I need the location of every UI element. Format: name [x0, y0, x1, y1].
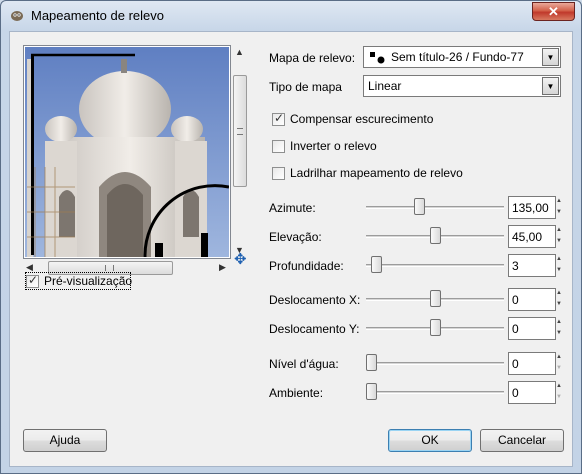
depth-spin-arrows[interactable]: ▲ ▼	[554, 254, 564, 277]
tile-label[interactable]: Ladrilhar mapeamento de relevo	[290, 166, 463, 180]
map-type-label: Tipo de mapa	[269, 80, 342, 94]
azimuth-spinbox[interactable]: 135,00	[508, 196, 556, 219]
help-button[interactable]: Ajuda	[23, 429, 107, 452]
map-type-select[interactable]: Linear ▼	[363, 75, 561, 97]
offset-x-label: Deslocamento X:	[269, 293, 361, 307]
preview-checkbox[interactable]	[26, 273, 39, 288]
water-level-spinbox[interactable]: 0	[508, 352, 556, 375]
water-level-spin-arrows[interactable]: ▲ ▼	[554, 352, 564, 375]
ambient-slider[interactable]	[366, 391, 504, 394]
scroll-up-icon[interactable]: ▲	[235, 47, 244, 57]
offset-y-label: Deslocamento Y:	[269, 322, 360, 336]
elevation-spin-arrows[interactable]: ▲ ▼	[554, 225, 564, 248]
azimuth-label: Azimute:	[269, 201, 316, 215]
depth-slider-handle[interactable]	[371, 256, 383, 273]
water-level-value: 0	[512, 357, 519, 371]
invert-label[interactable]: Inverter o relevo	[290, 139, 377, 153]
offset-x-value: 0	[512, 293, 519, 307]
spin-up-icon: ▲	[556, 227, 562, 233]
map-type-value: Linear	[368, 79, 402, 93]
spin-down-icon: ▼	[556, 238, 562, 244]
ambient-spin-arrows[interactable]: ▲ ▼	[554, 381, 564, 404]
offset-y-value: 0	[512, 322, 519, 336]
spin-down-icon: ▼	[556, 209, 562, 215]
water-level-slider-handle[interactable]	[366, 354, 377, 371]
ambient-spinbox[interactable]: 0	[508, 381, 556, 404]
depth-slider[interactable]	[366, 264, 504, 267]
ok-button[interactable]: OK	[388, 429, 472, 452]
vertical-scroll-thumb[interactable]	[233, 75, 247, 187]
spin-up-icon: ▲	[556, 354, 562, 360]
scroll-right-icon[interactable]: ▶	[219, 262, 226, 273]
spin-up-icon: ▲	[556, 256, 562, 262]
water-level-label: Nível d'água:	[269, 357, 339, 371]
spin-up-icon: ▲	[556, 383, 562, 389]
cancel-button[interactable]: Cancelar	[480, 429, 564, 452]
elevation-value: 45,00	[512, 230, 543, 244]
gimp-icon	[11, 11, 23, 21]
dialog-window: Mapeamento de relevo ✕ ▲ ▼ ◀ ▶ ✥ ✓ Pré-v…	[0, 0, 582, 474]
dialog-body: ▲ ▼ ◀ ▶ ✥ Pré-visualização Mapa de relev…	[9, 31, 573, 467]
preview-checkbox-label[interactable]: Pré-visualização	[44, 274, 132, 288]
grip-icon	[237, 128, 243, 135]
close-icon: ✕	[548, 4, 559, 19]
bump-map-select[interactable]: Sem título-26 / Fundo-77 ▼	[363, 46, 561, 68]
offset-y-spin-arrows[interactable]: ▲ ▼	[554, 317, 564, 340]
azimuth-slider-handle[interactable]	[413, 198, 425, 215]
depth-spinbox[interactable]: 3	[508, 254, 556, 277]
tile-checkbox[interactable]	[272, 167, 285, 180]
invert-checkbox[interactable]	[272, 140, 285, 153]
elevation-slider-handle[interactable]	[429, 227, 441, 244]
spin-up-icon: ▲	[556, 290, 562, 296]
preview-image[interactable]	[25, 47, 229, 257]
navigate-move-icon[interactable]: ✥	[234, 250, 247, 268]
spin-down-icon: ▼	[556, 267, 562, 273]
azimuth-value: 135,00	[512, 201, 549, 215]
elevation-label: Elevação:	[269, 230, 322, 244]
spin-down-icon: ▼	[556, 394, 562, 400]
grip-icon	[105, 265, 114, 271]
chevron-down-icon[interactable]: ▼	[542, 77, 559, 95]
title-bar[interactable]: Mapeamento de relevo ✕	[1, 1, 581, 29]
spin-down-icon: ▼	[556, 365, 562, 371]
preview-frame	[23, 45, 231, 259]
compensate-label[interactable]: Compensar escurecimento	[290, 112, 433, 126]
close-button[interactable]: ✕	[532, 2, 575, 21]
compensate-checkbox[interactable]	[272, 111, 285, 126]
spin-up-icon: ▲	[556, 198, 562, 204]
offset-y-slider-handle[interactable]	[429, 319, 441, 336]
offset-y-spinbox[interactable]: 0	[508, 317, 556, 340]
image-thumbnail-icon	[370, 52, 385, 64]
offset-x-spin-arrows[interactable]: ▲ ▼	[554, 288, 564, 311]
depth-value: 3	[512, 259, 519, 273]
bump-map-label: Mapa de relevo:	[269, 51, 356, 65]
bump-map-value: Sem título-26 / Fundo-77	[391, 50, 524, 64]
azimuth-spin-arrows[interactable]: ▲ ▼	[554, 196, 564, 219]
azimuth-slider[interactable]	[366, 206, 504, 209]
window-title: Mapeamento de relevo	[31, 8, 164, 23]
spin-down-icon: ▼	[556, 301, 562, 307]
ambient-slider-handle[interactable]	[366, 383, 377, 400]
offset-x-spinbox[interactable]: 0	[508, 288, 556, 311]
spin-up-icon: ▲	[556, 319, 562, 325]
depth-label: Profundidade:	[269, 259, 344, 273]
ambient-value: 0	[512, 386, 519, 400]
ambient-label: Ambiente:	[269, 386, 324, 400]
chevron-down-icon[interactable]: ▼	[542, 48, 559, 66]
elevation-spinbox[interactable]: 45,00	[508, 225, 556, 248]
water-level-slider[interactable]	[366, 362, 504, 365]
spin-down-icon: ▼	[556, 330, 562, 336]
preview-vertical-scrollbar[interactable]: ▲ ▼	[232, 45, 248, 259]
offset-x-slider-handle[interactable]	[429, 290, 441, 307]
